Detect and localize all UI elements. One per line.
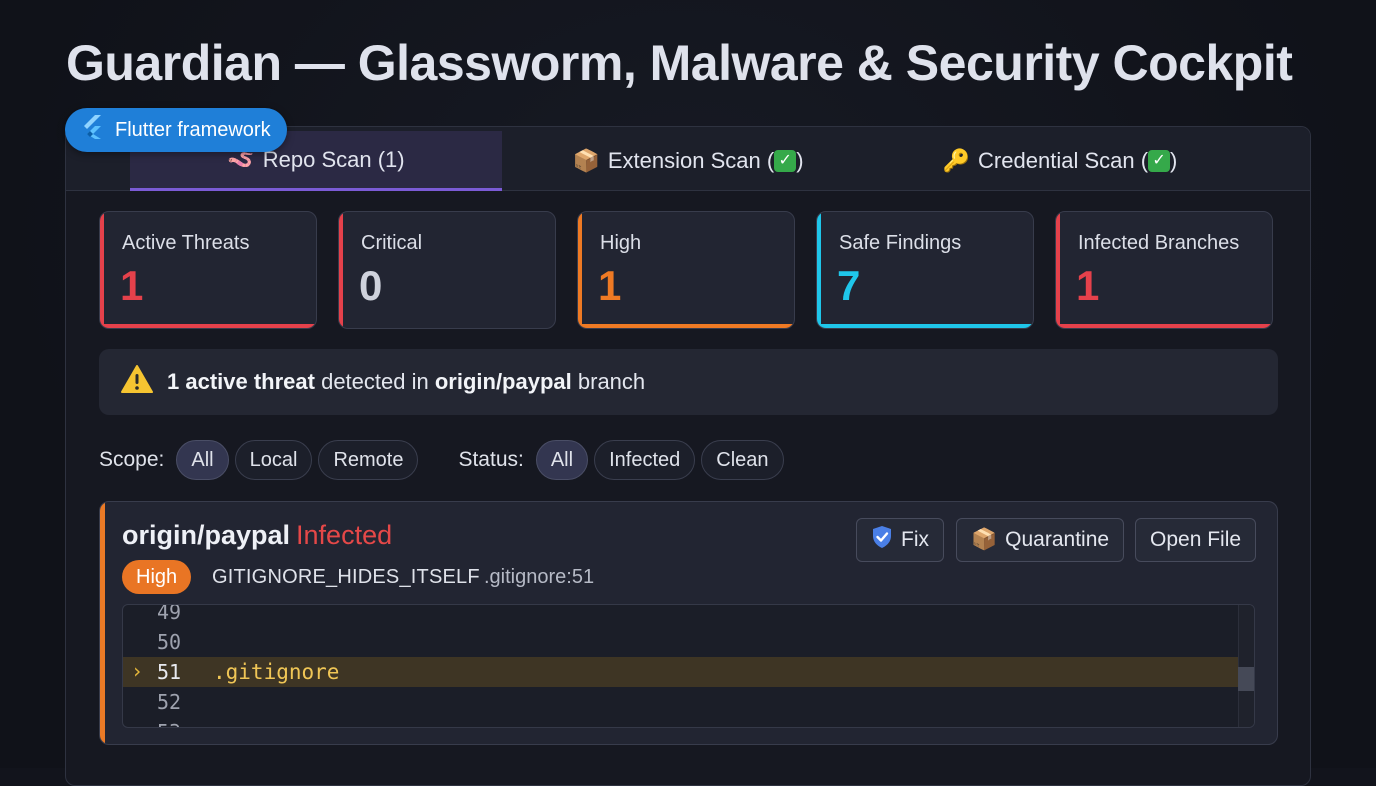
scope-chip-local[interactable]: Local [234,440,313,480]
line-number: 50 [157,630,182,654]
stat-accent [817,212,821,328]
code-preview[interactable]: 49 50 › 51 .gitignore 52 53 [122,604,1255,728]
flutter-logo-icon [79,113,107,147]
finding-card: origin/paypal Infected High GITIGNORE_HID… [99,501,1278,745]
alert-branch: origin/paypal [434,369,572,394]
stat-card-high: High 1 [577,211,795,329]
check-icon: ✓ [774,150,797,172]
line-text: .gitignore [213,660,340,684]
status-chip-clean[interactable]: Clean [701,440,784,480]
warning-icon [121,364,153,400]
stat-label: Active Threats [122,232,250,254]
rule-id: GITIGNORE_HIDES_ITSELF [212,566,480,588]
stat-value: 7 [837,262,861,309]
page-title: Guardian — Glassworm, Malware & Security… [66,35,1293,91]
stat-value: 1 [598,262,622,309]
scope-chip-remote[interactable]: Remote [318,440,419,480]
check-icon: ✓ [1148,150,1171,172]
stat-accent [1056,324,1272,328]
stat-card-infected-branches: Infected Branches 1 [1055,211,1273,329]
stat-accent [100,212,104,328]
tab-extension-scan-label: Extension Scan ( [607,148,775,173]
severity-badge: High [122,560,192,594]
package-icon: 📦 [971,528,998,551]
line-number: 51 [157,660,182,684]
code-line: 49 [123,604,1239,627]
code-line: 53 [123,717,1239,727]
code-line-highlighted: › 51 .gitignore [123,657,1239,687]
stat-card-critical: Critical 0 [338,211,556,329]
tab-credential-scan-suffix: ) [1170,148,1178,173]
framework-badge-label: Flutter framework [115,118,271,141]
tab-repo-scan-label: Repo Scan (1) [262,146,405,172]
tab-credential-scan-label: Credential Scan ( [978,148,1149,173]
quarantine-button-label: Quarantine [1005,528,1110,551]
open-file-button[interactable]: Open File [1135,518,1257,562]
stat-value: 0 [359,262,383,309]
finding-location: .gitignore:51 [484,566,595,588]
branch-status: Infected [296,520,393,550]
stat-accent [817,324,1033,328]
stat-accent [100,324,316,328]
shield-check-icon [871,525,893,555]
line-number: 53 [157,720,181,727]
tab-extension-scan[interactable]: 📦 Extension Scan ( ✓ ) [502,131,874,191]
status-filter-label: Status: [458,448,524,471]
stat-card-safe-findings: Safe Findings 7 [816,211,1034,329]
alert-text-mid: detected in [314,369,435,394]
branch-name: origin/paypal [122,520,291,550]
quarantine-button[interactable]: 📦 Quarantine [956,518,1125,562]
main-panel: 🪱 Repo Scan (1) 📦 Extension Scan ( ✓ ) 🔑… [65,126,1311,786]
fix-button[interactable]: Fix [856,518,944,562]
status-chip-all[interactable]: All [535,440,589,480]
stat-accent [578,212,582,328]
filter-bar: Scope: All Local Remote Status: All Infe… [99,439,790,481]
alert-threat-count: 1 active threat [167,369,315,394]
alert-text: 1 active threat detected in origin/paypa… [167,369,645,395]
fix-button-label: Fix [901,528,929,551]
stat-value: 1 [1076,262,1100,309]
stat-accent [578,324,794,328]
stat-label: High [600,232,642,254]
scope-filter-label: Scope: [99,448,165,471]
stat-value: 1 [120,262,144,309]
severity-bar [100,502,105,744]
framework-badge: Flutter framework [65,108,287,152]
status-chip-infected[interactable]: Infected [594,440,696,480]
tab-extension-scan-suffix: ) [796,148,804,173]
stat-accent [339,212,343,328]
chevron-right-icon: › [131,659,144,683]
tab-credential-scan[interactable]: 🔑 Credential Scan ( ✓ ) [874,131,1246,191]
key-icon: 🔑 [942,148,971,173]
open-file-button-label: Open File [1150,528,1242,551]
stat-label: Safe Findings [839,232,962,254]
code-line: 50 [123,627,1239,657]
line-number: 52 [157,690,182,714]
code-scrollbar[interactable] [1238,605,1254,727]
scrollbar-thumb[interactable] [1238,667,1254,691]
stat-accent [1056,212,1060,328]
stat-label: Infected Branches [1078,232,1240,254]
finding-branch: origin/paypal Infected [122,520,392,551]
alert-text-end: branch [571,369,646,394]
line-number: 49 [157,604,182,624]
code-line: 52 [123,687,1239,717]
threat-alert-banner: 1 active threat detected in origin/paypa… [99,349,1278,415]
package-icon: 📦 [572,148,600,173]
stat-label: Critical [361,232,423,254]
scope-chip-all[interactable]: All [176,440,229,480]
stat-card-active-threats: Active Threats 1 [99,211,317,329]
